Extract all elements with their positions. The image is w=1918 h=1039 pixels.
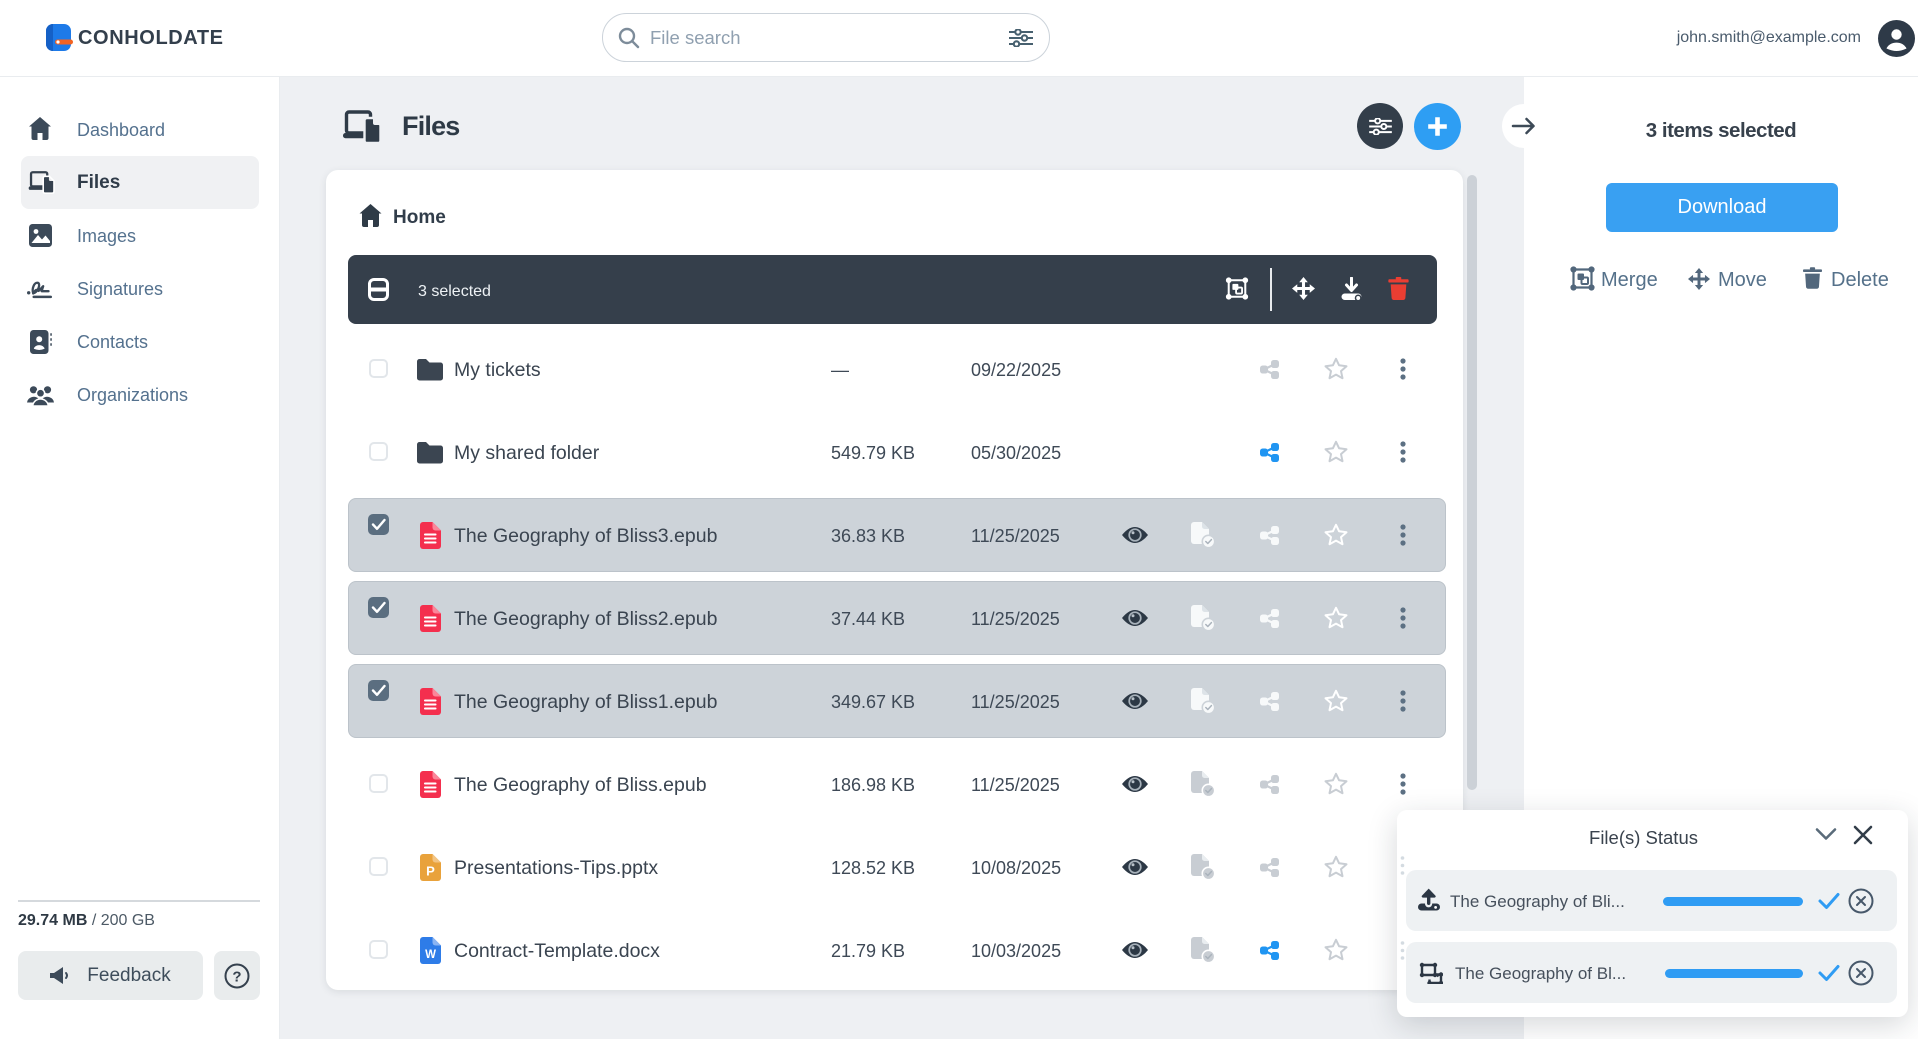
svg-text:?: ? (232, 968, 241, 985)
svg-text:W: W (425, 949, 436, 961)
svg-text:P: P (426, 863, 435, 878)
